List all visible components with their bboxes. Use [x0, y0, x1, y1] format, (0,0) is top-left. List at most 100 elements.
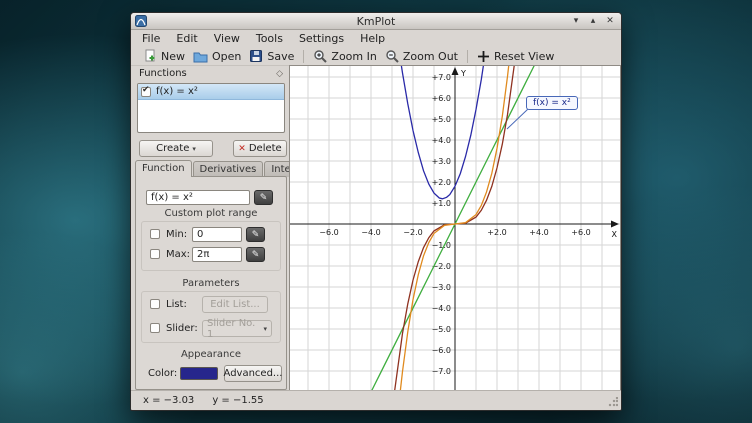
max-input[interactable]: 2π	[192, 247, 242, 262]
delete-label: Delete	[249, 143, 282, 154]
status-x-coordinate: x = −3.03	[143, 395, 194, 406]
x-tick-label: +4.0	[529, 228, 548, 237]
function-tab-panel: f(x) = x² ✎ Custom plot range Min: 0 ✎ M…	[135, 176, 287, 390]
chevron-down-icon: ▾	[192, 145, 196, 153]
menu-view[interactable]: View	[206, 31, 248, 46]
check-icon: ✔	[142, 85, 150, 95]
save-disk-icon	[249, 49, 263, 63]
x-tick-label: −6.0	[319, 228, 338, 237]
x-tick-label: −4.0	[361, 228, 380, 237]
reset-view-button[interactable]: Reset View	[473, 49, 558, 64]
y-tick-label: −7.0	[432, 367, 451, 376]
zoom-out-label: Zoom Out	[403, 50, 458, 63]
y-tick-label: +4.0	[432, 136, 451, 145]
min-label: Min:	[166, 227, 187, 242]
y-tick-label: +6.0	[432, 94, 451, 103]
maximize-icon[interactable]: ▴	[586, 14, 600, 28]
y-tick-label: −5.0	[432, 325, 451, 334]
y-tick-label: +2.0	[432, 178, 451, 187]
y-tick-label: +3.0	[432, 157, 451, 166]
create-button[interactable]: Create ▾	[139, 140, 213, 157]
y-tick-label: −3.0	[432, 283, 451, 292]
dock-float-icon[interactable]: ◇	[276, 69, 283, 79]
x-tick-label: +6.0	[571, 228, 590, 237]
curve-derivative-line	[369, 66, 537, 390]
delete-x-icon: ✕	[238, 144, 246, 154]
slider-label: Slider:	[166, 321, 198, 336]
window-title: KmPlot	[131, 15, 621, 28]
plot-canvas[interactable]: YX−6.0−4.0−2.0+2.0+4.0+6.0+7.0+6.0+5.0+4…	[290, 66, 620, 390]
close-icon[interactable]: ✕	[603, 14, 617, 28]
x-tick-label: −2.0	[403, 228, 422, 237]
y-axis-arrow	[452, 67, 459, 75]
toolbar-separator	[303, 50, 304, 63]
function-list[interactable]: ✔ f(x) = x²	[137, 83, 285, 133]
pencil-icon: ✎	[252, 250, 260, 260]
menu-settings[interactable]: Settings	[291, 31, 352, 46]
min-checkbox[interactable]	[150, 229, 160, 239]
advanced-button[interactable]: Advanced...	[224, 365, 282, 382]
slider-select[interactable]: Slider No. 1 ▾	[202, 320, 272, 337]
function-item-label: f(x) = x²	[156, 86, 198, 97]
create-label: Create	[156, 143, 189, 154]
y-tick-label: −2.0	[432, 262, 451, 271]
x-tick-label: +2.0	[487, 228, 506, 237]
menu-edit[interactable]: Edit	[168, 31, 205, 46]
zoom-in-label: Zoom In	[331, 50, 376, 63]
new-button[interactable]: New	[139, 48, 189, 64]
titlebar[interactable]: KmPlot ▾ ▴ ✕	[131, 13, 621, 30]
zoom-in-icon	[313, 49, 327, 63]
equation-input[interactable]: f(x) = x²	[146, 190, 250, 205]
toolbar-separator	[467, 50, 468, 63]
new-icon	[143, 49, 157, 63]
dock-header: Functions ◇	[135, 66, 287, 81]
color-swatch-button[interactable]	[180, 367, 218, 380]
minimize-icon[interactable]: ▾	[569, 14, 583, 28]
open-folder-icon	[193, 50, 208, 63]
menu-help[interactable]: Help	[352, 31, 393, 46]
y-tick-label: +5.0	[432, 115, 451, 124]
desktop: { "window": { "title": "KmPlot", "contro…	[0, 0, 752, 423]
reset-view-icon	[477, 50, 490, 63]
y-tick-label: −4.0	[432, 304, 451, 313]
save-button[interactable]: Save	[245, 48, 298, 64]
y-tick-label: +7.0	[432, 73, 451, 82]
edit-list-button[interactable]: Edit List...	[202, 296, 268, 313]
max-edit-button[interactable]: ✎	[246, 247, 265, 262]
tab-function[interactable]: Function	[135, 160, 192, 177]
list-checkbox[interactable]	[150, 299, 160, 309]
tab-derivatives[interactable]: Derivatives	[193, 161, 264, 177]
resize-grip[interactable]	[608, 397, 618, 407]
reset-view-label: Reset View	[494, 50, 554, 63]
pencil-icon: ✎	[252, 230, 260, 240]
parameters-group-title: Parameters	[136, 278, 286, 289]
min-edit-button[interactable]: ✎	[246, 227, 265, 242]
chevron-down-icon: ▾	[263, 325, 267, 333]
function-visible-checkbox[interactable]: ✔	[141, 87, 151, 97]
y-tick-label: +1.0	[432, 199, 451, 208]
appearance-group-title: Appearance	[136, 349, 286, 360]
new-label: New	[161, 50, 185, 63]
status-y-coordinate: y = −1.55	[212, 395, 263, 406]
toolbar: New Open Save Zoom In Zoom Out Reset Vie…	[131, 47, 621, 66]
equation-edit-button[interactable]: ✎	[254, 190, 273, 205]
plot-area[interactable]: YX−6.0−4.0−2.0+2.0+4.0+6.0+7.0+6.0+5.0+4…	[289, 65, 621, 391]
slider-checkbox[interactable]	[150, 323, 160, 333]
y-tick-label: −6.0	[432, 346, 451, 355]
max-label: Max:	[166, 247, 190, 262]
delete-button[interactable]: ✕ Delete	[233, 140, 287, 157]
menu-tools[interactable]: Tools	[248, 31, 291, 46]
min-input[interactable]: 0	[192, 227, 242, 242]
menubar: File Edit View Tools Settings Help	[131, 30, 621, 47]
zoom-in-button[interactable]: Zoom In	[309, 48, 380, 64]
menu-file[interactable]: File	[134, 31, 168, 46]
open-button[interactable]: Open	[189, 49, 245, 64]
slider-select-value: Slider No. 1	[207, 318, 260, 340]
functions-dock: Functions ◇ ✔ f(x) = x² Create ▾ ✕ Delet…	[133, 66, 289, 391]
dock-title: Functions	[139, 68, 187, 79]
zoom-out-button[interactable]: Zoom Out	[381, 48, 462, 64]
statusbar: x = −3.03 y = −1.55	[131, 390, 621, 410]
function-list-item[interactable]: ✔ f(x) = x²	[138, 84, 284, 100]
max-checkbox[interactable]	[150, 249, 160, 259]
zoom-out-icon	[385, 49, 399, 63]
